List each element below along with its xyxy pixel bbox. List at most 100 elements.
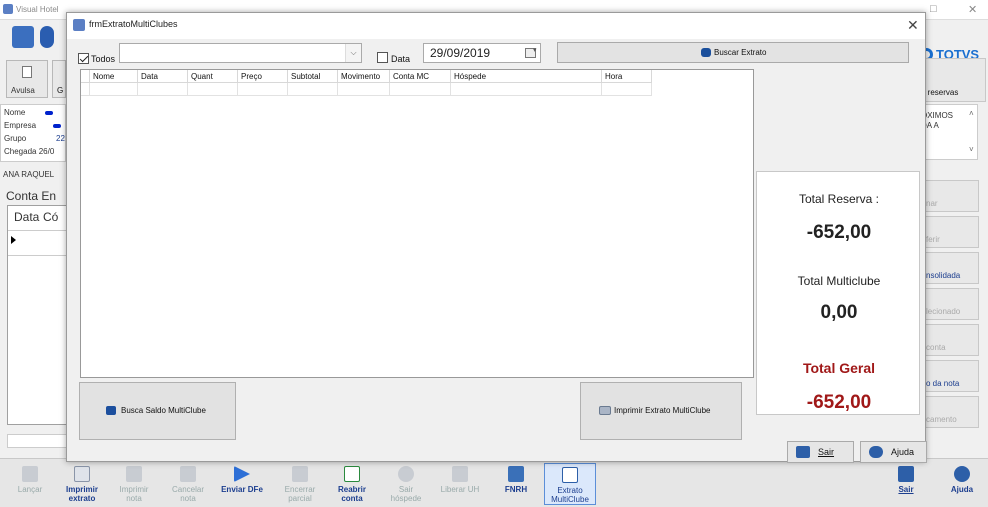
exit-door-icon[interactable] [12,26,34,48]
app-icon [73,19,85,31]
total-reserva-label: Total Reserva : [798,192,880,206]
hotel-app-icon [3,4,13,14]
chevron-down-icon[interactable]: ⌵ [345,44,361,62]
sair-hospede-button[interactable]: Sair hóspede [384,463,428,505]
table-cell[interactable] [138,83,188,96]
column-header-subtotal[interactable]: Subtotal [288,70,338,83]
buscar-extrato-button[interactable]: Buscar Extrato [557,42,909,63]
proximos-panel: ÓXIMOS DA A ˄ ˅ [918,104,978,160]
table-cell[interactable] [390,83,451,96]
g-button[interactable]: G [52,60,66,98]
total-geral-label: Total Geral [802,360,876,376]
table-cell[interactable] [288,83,338,96]
column-header-hora[interactable]: Hora [602,70,652,83]
refresh-icon [106,406,116,415]
table-row[interactable] [81,83,90,96]
table-cell[interactable] [451,83,602,96]
todos-checkbox[interactable] [78,53,89,64]
help-icon [869,446,883,458]
table-row[interactable] [8,230,68,256]
dialog-title: frmExtratoMultiClubes [89,19,178,29]
guest-name: ANA RAQUEL [3,170,55,179]
main-window-title: Visual Hotel [16,5,59,14]
table-cell[interactable] [338,83,390,96]
close-icon[interactable]: ✕ [968,3,977,16]
column-header-hospede[interactable]: Hóspede [451,70,602,83]
encerrar-parcial-button[interactable]: Encerrar parcial [278,463,322,505]
right-button-6[interactable]: o da nota [921,360,979,392]
right-button-3[interactable]: nsolidada [921,252,979,284]
account-grid[interactable]: Data Có [7,205,68,425]
table-cell[interactable] [238,83,288,96]
column-header-preco[interactable]: Preço [238,70,288,83]
table-cell[interactable] [90,83,138,96]
total-geral-value: -652,00 [806,392,872,413]
grupo-value: 22 [56,134,65,143]
grupo-label: Grupo [4,134,27,143]
data-checkbox[interactable] [377,52,388,63]
extrato-multiclubes-dialog: frmExtratoMultiClubes ✕ Todos ⌵ Data 29/… [66,12,927,463]
total-reserva-value: -652,00 [806,222,872,243]
column-header-data[interactable]: Data [138,70,188,83]
column-header-conta-mc[interactable]: Conta MC [390,70,451,83]
sair-button[interactable]: Sair [787,441,854,463]
data-label: Data [391,54,411,64]
extrato-grid[interactable]: Nome Data Quant Preço Subtotal Movimento… [80,69,754,378]
document-icon [22,66,32,78]
extrato-multiclube-button[interactable]: Extrato MultiClube [544,463,596,505]
cancelar-nota-button[interactable]: Cancelar nota [166,463,210,505]
row-pointer-icon [11,236,16,244]
guest-info-box: Nome Empresa Grupo 22 Chegada 26/0 [0,104,66,162]
main-sair-button[interactable]: Sair [884,463,928,505]
table-cell[interactable] [188,83,238,96]
lancar-button[interactable]: Lançar [8,463,52,505]
main-ajuda-button[interactable]: Ajuda [940,463,984,505]
dialog-titlebar: frmExtratoMultiClubes ✕ [67,13,925,39]
total-multiclube-label: Total Multiclube [797,274,881,288]
chegada-label: Chegada 26/0 [4,147,55,156]
grid-header-data: Data [14,210,40,224]
totals-panel: Total Reserva : -652,00 Total Multiclube… [756,171,920,415]
empresa-label: Empresa [4,121,37,130]
maximize-icon[interactable]: □ [930,3,937,15]
redacted-mark [45,111,53,115]
right-button-1[interactable]: nar [921,180,979,212]
dropdown-arrow-icon[interactable]: ▾ [533,46,537,54]
liberar-uh-button[interactable]: Liberar UH [438,463,482,505]
reabrir-conta-button[interactable]: Reabrir conta [330,463,374,505]
clube-combo[interactable]: ⌵ [119,43,362,63]
right-button-4[interactable]: lecionado [921,288,979,320]
date-picker[interactable]: 29/09/2019 [423,43,541,63]
imprimir-extrato-multiclube-button[interactable]: Imprimir Extrato MultiClube [580,382,742,440]
table-cell[interactable] [602,83,652,96]
imprimir-nota-button[interactable]: Imprimir nota [112,463,156,505]
column-header-quant[interactable]: Quant [188,70,238,83]
exit-door-icon [796,446,810,458]
grid-header-co: Có [43,210,59,224]
printer-icon [599,406,611,415]
column-header-nome[interactable]: Nome [90,70,138,83]
user-icon[interactable] [40,26,54,48]
close-icon[interactable]: ✕ [907,17,919,34]
scroll-down-icon[interactable]: ˅ [969,145,974,154]
conta-label: Conta En [6,189,57,203]
redacted-mark [53,124,61,128]
todos-label: Todos [91,54,116,64]
reservas-button[interactable]: o reservas [918,58,986,102]
date-value: 29/09/2019 [430,46,491,60]
nome-label: Nome [4,108,26,117]
column-header-movimento[interactable]: Movimento [338,70,390,83]
imprimir-extrato-button[interactable]: Imprimir extrato [60,463,104,505]
enviar-dfe-button[interactable]: Enviar DFe [220,463,264,505]
fnrh-button[interactable]: FNRH [494,463,538,505]
scroll-up-icon[interactable]: ˄ [969,109,974,118]
ajuda-button[interactable]: Ajuda [860,441,927,463]
busca-saldo-multiclube-button[interactable]: Busca Saldo MultiClube [79,382,236,440]
horizontal-scrollbar[interactable] [7,434,67,448]
avulsa-button[interactable]: Avulsa [6,60,48,98]
right-button-7[interactable]: camento [921,396,979,428]
right-button-2[interactable]: ferir [921,216,979,248]
right-button-5[interactable]: conta [921,324,979,356]
total-multiclube-value: 0,00 [820,302,858,323]
binoculars-icon [701,48,711,57]
